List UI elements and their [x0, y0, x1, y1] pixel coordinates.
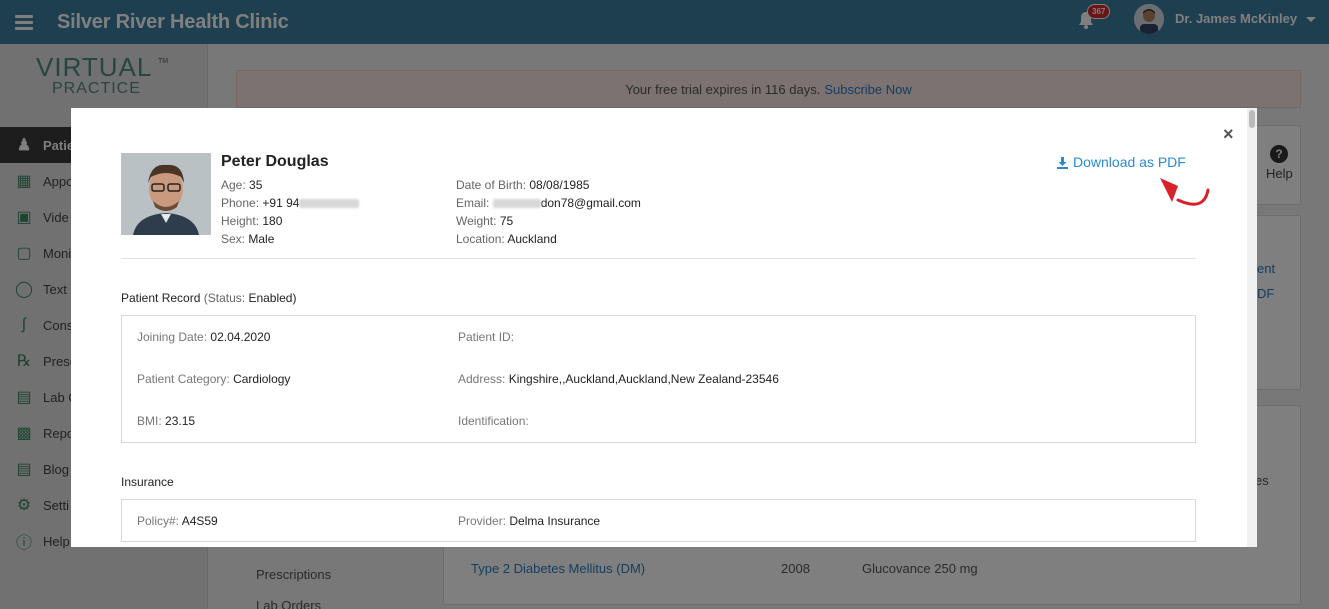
patient-details-modal: × Peter Douglas Age: 35 Phone: +91 94 He…	[71, 108, 1257, 547]
insurance-policy: Policy#: A4S59	[137, 514, 218, 528]
redacted-phone	[299, 199, 360, 209]
patient-email: Email: don78@gmail.com	[456, 196, 641, 210]
insurance-provider: Provider: Delma Insurance	[458, 514, 601, 528]
modal-scrollbar[interactable]	[1247, 108, 1257, 547]
curved-arrow-icon	[1160, 178, 1210, 206]
patient-address: Address: Kingshire,,Auckland,Auckland,Ne…	[458, 372, 779, 386]
redacted-email	[492, 199, 541, 209]
patient-name: Peter Douglas	[221, 153, 329, 170]
header-divider	[121, 258, 1196, 259]
patient-sex: Sex: Male	[221, 232, 275, 246]
patient-id: Patient ID:	[458, 330, 515, 344]
patient-height: Height: 180	[221, 214, 283, 228]
patient-weight: Weight: 75	[456, 214, 514, 228]
joining-date: Joining Date: 02.04.2020	[137, 330, 271, 344]
insurance-box: Policy#: A4S59 Provider: Delma Insurance	[121, 499, 1196, 542]
patient-bmi: BMI: 23.15	[137, 414, 196, 428]
patient-age: Age: 35	[221, 178, 263, 192]
patient-category: Patient Category: Cardiology	[137, 372, 291, 386]
patient-location: Location: Auckland	[456, 232, 557, 246]
close-icon[interactable]: ×	[1223, 124, 1234, 145]
patient-record-title: Patient Record (Status: Enabled)	[121, 291, 297, 305]
patient-dob: Date of Birth: 08/08/1985	[456, 178, 590, 192]
insurance-title: Insurance	[121, 475, 174, 489]
patient-record-box: Joining Date: 02.04.2020 Patient ID: Pat…	[121, 315, 1196, 443]
patient-identification: Identification:	[458, 414, 529, 428]
patient-phone: Phone: +91 94	[221, 196, 360, 210]
download-icon	[1057, 156, 1068, 169]
patient-photo	[121, 153, 211, 235]
